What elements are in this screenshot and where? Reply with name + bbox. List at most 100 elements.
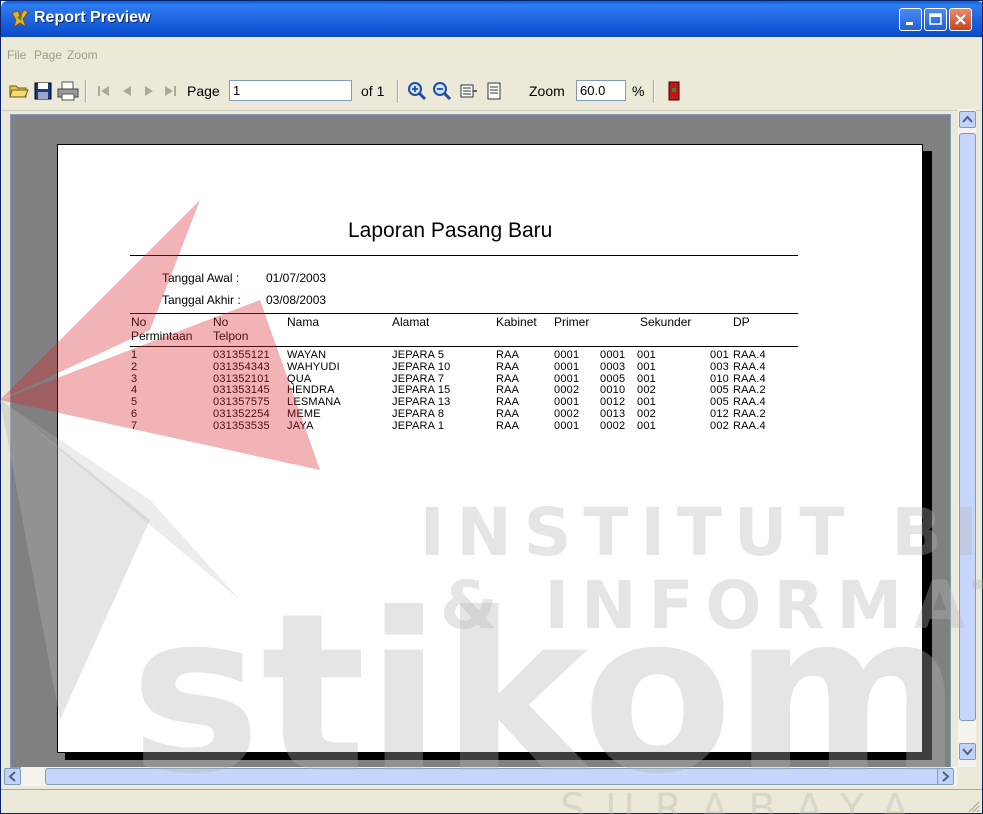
scroll-right-button[interactable] <box>937 768 954 785</box>
chevron-left-icon <box>8 771 16 782</box>
horizontal-scroll-thumb[interactable] <box>45 768 949 785</box>
vertical-scrollbar[interactable] <box>957 109 976 767</box>
header-kabinet: Kabinet <box>496 315 537 329</box>
first-page-icon[interactable] <box>95 80 113 102</box>
cell-primer-a: 0002 <box>554 408 580 420</box>
horizontal-scrollbar[interactable] <box>4 767 957 786</box>
cell-nama: QUA <box>287 372 312 385</box>
cell-nama: WAHYUDI <box>287 360 340 373</box>
chevron-up-icon <box>962 115 973 123</box>
cell-no: 6 <box>131 408 138 420</box>
next-page-icon[interactable] <box>141 80 157 102</box>
cell-sekunder-b: 010 <box>710 372 729 385</box>
cell-dp: RAA.2 <box>733 384 766 397</box>
cell-telpon: 031354343 <box>213 360 270 373</box>
close-preview-icon[interactable] <box>666 80 682 102</box>
cell-dp: RAA.4 <box>733 419 766 432</box>
cell-primer-b: 0005 <box>600 372 626 385</box>
zoom-label: Zoom <box>529 83 565 99</box>
cell-sekunder-a: 001 <box>637 360 656 373</box>
cell-primer-b: 0003 <box>600 360 626 373</box>
cell-telpon: 031352101 <box>213 372 270 385</box>
cell-telpon: 031352254 <box>213 408 270 420</box>
scroll-up-button[interactable] <box>959 111 976 128</box>
cell-kabinet: RAA <box>496 360 520 373</box>
toolbar-separator <box>397 80 399 103</box>
print-icon[interactable] <box>56 80 80 102</box>
cell-alamat: JEPARA 7 <box>392 372 445 385</box>
cell-kabinet: RAA <box>496 349 520 361</box>
title-bar[interactable]: Report Preview <box>1 1 982 37</box>
save-icon[interactable] <box>33 80 53 102</box>
cell-kabinet: RAA <box>496 396 520 409</box>
cell-primer-a: 0001 <box>554 396 580 409</box>
close-button[interactable] <box>949 8 972 31</box>
report-title: Laporan Pasang Baru <box>348 219 553 242</box>
cell-no: 2 <box>131 360 138 373</box>
maximize-button[interactable] <box>924 8 947 31</box>
cell-no: 5 <box>131 396 138 409</box>
cell-nama: MEME <box>287 408 321 420</box>
toolbar-separator <box>653 80 655 103</box>
header-top-line <box>130 313 798 314</box>
minimize-icon <box>906 22 913 25</box>
cell-alamat: JEPARA 1 <box>392 419 445 432</box>
cell-sekunder-b: 003 <box>710 360 729 373</box>
cell-alamat: JEPARA 15 <box>392 384 451 397</box>
cell-alamat: JEPARA 10 <box>392 360 451 373</box>
header-no-permintaan: No Permintaan <box>131 315 193 343</box>
header-dp: DP <box>733 315 750 329</box>
cell-kabinet: RAA <box>496 419 520 432</box>
cell-kabinet: RAA <box>496 384 520 397</box>
cell-no: 4 <box>131 384 138 397</box>
cell-no: 1 <box>131 349 138 361</box>
cell-dp: RAA.4 <box>733 396 766 409</box>
maximize-icon <box>929 13 942 25</box>
menu-zoom[interactable]: Zoom <box>67 48 98 62</box>
resize-grip-icon[interactable] <box>966 799 980 813</box>
page-number-input[interactable] <box>229 80 352 101</box>
zoom-input[interactable] <box>576 80 626 101</box>
cell-sekunder-a: 001 <box>637 349 656 361</box>
cell-primer-b: 0013 <box>600 408 626 420</box>
open-folder-icon[interactable] <box>8 80 30 102</box>
vertical-scroll-thumb[interactable] <box>959 133 976 721</box>
tanggal-awal-value: 01/07/2003 <box>266 271 327 285</box>
header-bottom-line <box>130 346 798 347</box>
last-page-icon[interactable] <box>161 80 179 102</box>
header-alamat: Alamat <box>392 315 430 329</box>
menu-file[interactable]: File <box>7 48 26 62</box>
cell-no: 7 <box>131 419 138 432</box>
whole-page-icon[interactable] <box>485 80 503 102</box>
cell-primer-a: 0001 <box>554 419 580 432</box>
cell-primer-a: 0002 <box>554 384 580 397</box>
zoom-out-icon[interactable] <box>431 80 453 102</box>
page-width-icon[interactable] <box>459 80 479 102</box>
cell-sekunder-b: 002 <box>710 419 729 432</box>
page-count-label: of 1 <box>361 83 385 99</box>
header-nama: Nama <box>287 315 320 329</box>
cell-sekunder-b: 005 <box>710 384 729 397</box>
scroll-down-button[interactable] <box>959 743 976 760</box>
cell-dp: RAA.4 <box>733 360 766 373</box>
cell-telpon: 031353145 <box>213 384 270 397</box>
cell-sekunder-a: 002 <box>637 408 656 420</box>
previous-page-icon[interactable] <box>119 80 135 102</box>
cell-primer-b: 0012 <box>600 396 626 409</box>
menu-page[interactable]: Page <box>34 48 62 62</box>
cell-primer-b: 0002 <box>600 419 626 432</box>
cell-dp: RAA.4 <box>733 349 766 361</box>
cell-primer-b: 0010 <box>600 384 626 397</box>
cell-sekunder-b: 005 <box>710 396 729 409</box>
cell-no: 3 <box>131 372 138 385</box>
zoom-in-icon[interactable] <box>406 80 428 102</box>
cell-sekunder-b: 012 <box>710 408 729 420</box>
header-sekunder: Sekunder <box>640 315 692 329</box>
minimize-button[interactable] <box>899 8 922 31</box>
close-icon <box>955 14 966 25</box>
cell-nama: JAYA <box>287 419 314 432</box>
cell-kabinet: RAA <box>496 408 520 420</box>
scroll-left-button[interactable] <box>4 768 21 785</box>
cell-dp: RAA.2 <box>733 408 766 420</box>
cell-primer-b: 0001 <box>600 349 626 361</box>
